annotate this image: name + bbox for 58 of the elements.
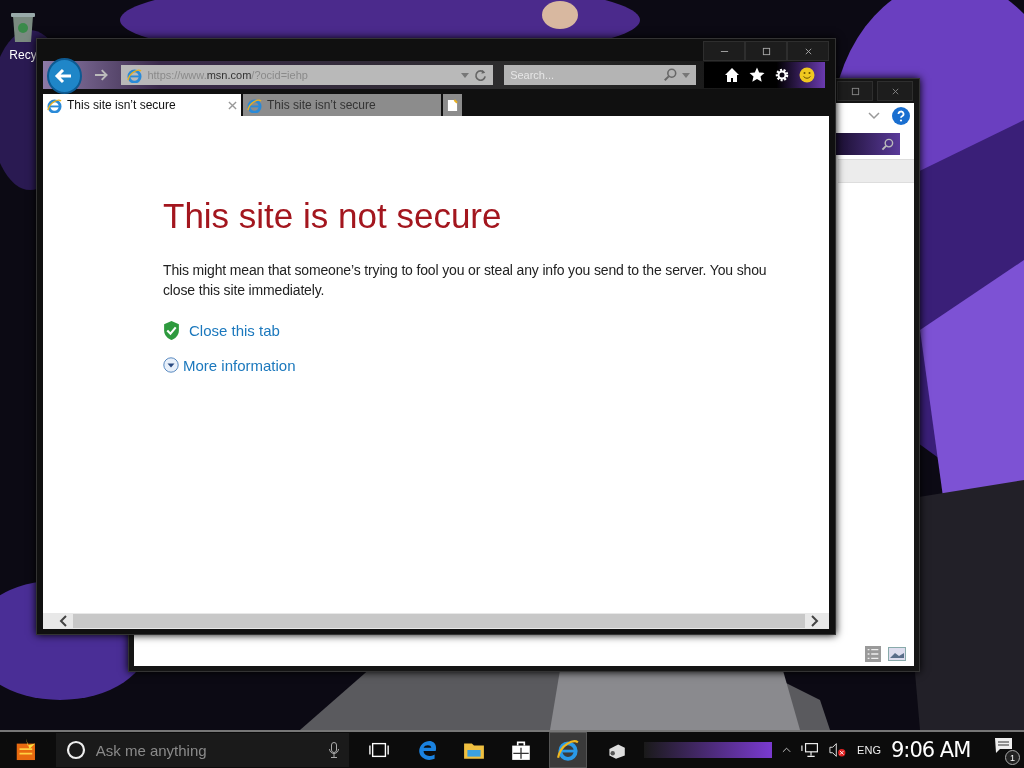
- scroll-right-icon[interactable]: [811, 615, 819, 627]
- warning-paragraph: This might mean that someone’s trying to fool you or steal any info you send to the server. You shou close this site immediately.: [163, 261, 768, 300]
- search-icon[interactable]: [663, 68, 677, 82]
- smiley-icon[interactable]: [799, 67, 815, 83]
- cortana-icon[interactable]: [65, 740, 86, 760]
- search-icon: [881, 137, 894, 151]
- muted-speaker-icon[interactable]: [828, 742, 848, 758]
- ie-icon: [127, 67, 143, 83]
- back-button[interactable]: [47, 58, 82, 94]
- address-bar[interactable]: https://www.msn.com/?ocid=iehp: [121, 65, 494, 85]
- new-tab-button[interactable]: [443, 94, 462, 116]
- clock[interactable]: 9:06 AM: [890, 738, 971, 762]
- close-tab-icon[interactable]: [228, 100, 237, 110]
- link[interactable]: More information: [183, 356, 296, 374]
- ie-icon: [247, 97, 262, 113]
- task-view-icon[interactable]: [369, 742, 390, 758]
- message-icon: [994, 737, 1015, 755]
- close-icon: [890, 86, 900, 96]
- language-indicator[interactable]: ENG: [857, 744, 881, 756]
- maximize-icon: [761, 46, 771, 56]
- expand-icon[interactable]: [163, 357, 179, 373]
- help-icon[interactable]: [892, 107, 910, 125]
- forward-icon[interactable]: [93, 68, 110, 82]
- microphone-icon[interactable]: [329, 742, 340, 758]
- search-field[interactable]: Ask me anything: [55, 733, 350, 767]
- recycle-bin-icon[interactable]: [8, 10, 38, 44]
- network-icon[interactable]: [800, 742, 819, 758]
- chevron-down-icon[interactable]: [868, 112, 880, 120]
- maximize-icon: [850, 86, 860, 96]
- ie-icon: [557, 739, 580, 761]
- settings-icon[interactable]: [774, 67, 790, 83]
- new-page-icon: [447, 98, 458, 112]
- browser-tab[interactable]: This site isn’t secure: [43, 94, 241, 116]
- ie-icon: [47, 97, 62, 113]
- shopping-bag-icon: [509, 739, 532, 761]
- edge-browser-icon: [416, 739, 439, 761]
- details-view-icon[interactable]: [864, 646, 882, 662]
- taskbar-app[interactable]: [548, 732, 588, 768]
- link[interactable]: Close this tab: [189, 321, 280, 339]
- chevron-up-icon[interactable]: [781, 747, 791, 753]
- search-field[interactable]: [836, 133, 900, 155]
- desktop-icon-label[interactable]: Recy: [9, 48, 37, 62]
- scroll-left-icon[interactable]: [59, 615, 67, 627]
- maximize-button[interactable]: [745, 41, 787, 61]
- favorites-icon[interactable]: [749, 67, 765, 83]
- page-heading: This site is not secure: [163, 196, 503, 236]
- start-icon[interactable]: [14, 737, 38, 763]
- close-icon: [803, 46, 813, 56]
- notification-badge: 1: [1005, 750, 1020, 765]
- thumbnail-view-icon[interactable]: [888, 646, 906, 662]
- refresh-icon[interactable]: [474, 68, 488, 82]
- maximize-button[interactable]: [837, 81, 873, 101]
- shield-check-icon: [163, 320, 180, 340]
- horizontal-scrollbar[interactable]: [43, 613, 829, 629]
- home-icon[interactable]: [724, 67, 740, 83]
- browser-tab[interactable]: This site isn’t secure: [243, 94, 441, 116]
- action-center-button[interactable]: 1: [994, 737, 1018, 763]
- url-text: https://www.msn.com/?ocid=iehp: [147, 69, 309, 81]
